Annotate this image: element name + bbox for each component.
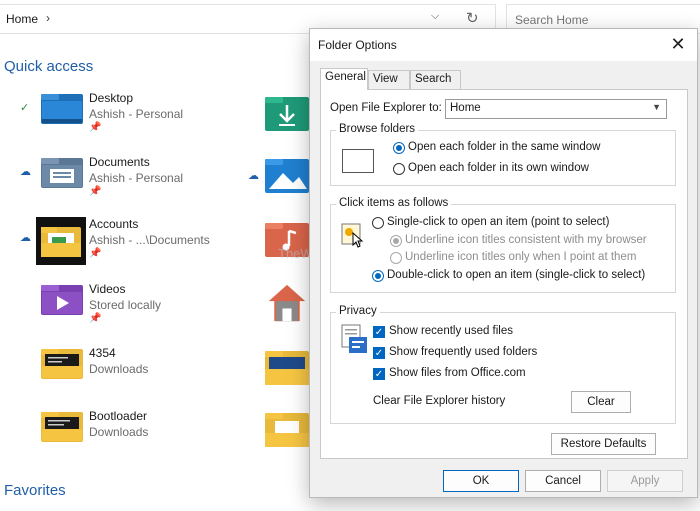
item-location: Stored locally <box>89 298 162 312</box>
group-title: Privacy <box>336 305 380 317</box>
item-location: Ashish - Personal <box>89 171 184 185</box>
group-title: Click items as follows <box>336 197 452 209</box>
clear-history-label: Clear File Explorer history <box>373 395 506 407</box>
quick-access-item-accounts[interactable]: ☁ Accounts Ashish - ...\Documents 📌 <box>20 217 250 273</box>
underline-point-label[interactable]: Underline icon titles only when I point … <box>405 251 636 263</box>
quick-access-item-videos[interactable]: Videos Stored locally 📌 <box>20 282 250 338</box>
browse-preview-icon <box>342 149 374 173</box>
pin-icon: 📌 <box>89 186 102 197</box>
privacy-icon <box>341 324 367 353</box>
quick-access-item-documents[interactable]: ☁ Documents Ashish - Personal 📌 <box>20 155 250 211</box>
pin-icon: 📌 <box>89 248 102 259</box>
open-to-dropdown[interactable]: Home ▼ <box>445 99 667 119</box>
cloud-icon: ☁ <box>20 232 31 244</box>
click-items-group: Click items as follows Single-click to o… <box>330 197 676 293</box>
item-location: Downloads <box>89 362 149 376</box>
own-window-label[interactable]: Open each folder in its own window <box>408 162 589 174</box>
frequent-folders-label[interactable]: Show frequently used folders <box>389 346 537 358</box>
group-title: Browse folders <box>336 123 419 135</box>
quick-access-header[interactable]: Quick access <box>4 58 93 75</box>
cloud-icon: ☁ <box>248 170 259 182</box>
folder-icon <box>41 349 83 379</box>
checkbox-recent-files[interactable]: ✓ <box>373 326 385 338</box>
cloud-icon: ☁ <box>20 166 31 178</box>
breadcrumb-chevron-icon[interactable]: › <box>46 11 50 25</box>
folder-options-dialog: Folder Options ✕ General View Search Ope… <box>309 28 698 498</box>
item-name: Desktop <box>89 91 134 105</box>
refresh-icon[interactable]: ↻ <box>466 9 479 27</box>
search-placeholder[interactable]: Search Home <box>515 13 588 27</box>
folder-icon[interactable] <box>265 347 309 387</box>
item-location: Ashish - ...\Documents <box>89 233 210 247</box>
click-preview-icon <box>341 223 364 248</box>
privacy-group: Privacy ✓ Show recently used files ✓ Sho… <box>330 305 676 424</box>
open-to-label: Open File Explorer to: <box>330 102 442 114</box>
videos-folder-icon <box>41 285 83 315</box>
close-icon[interactable]: ✕ <box>665 33 691 57</box>
radio-underline-point[interactable] <box>390 252 402 264</box>
synced-check-icon: ✓ <box>20 102 30 114</box>
downloads-folder-icon[interactable] <box>265 93 309 133</box>
tab-general[interactable]: General <box>320 68 368 90</box>
accounts-folder-icon <box>36 217 86 265</box>
item-name: Accounts <box>89 217 139 231</box>
same-window-label[interactable]: Open each folder in the same window <box>408 141 600 153</box>
desktop-folder-icon <box>41 94 83 124</box>
dialog-titlebar[interactable]: Folder Options ✕ <box>310 29 697 61</box>
checkbox-office-files[interactable]: ✓ <box>373 368 385 380</box>
item-name: Bootloader <box>89 409 148 423</box>
radio-own-window[interactable] <box>393 163 405 175</box>
item-location: Ashish - Personal <box>89 107 184 121</box>
item-name: Videos <box>89 282 126 296</box>
double-click-label[interactable]: Double-click to open an item (single-cli… <box>387 269 645 281</box>
item-name: 4354 <box>89 346 116 360</box>
pin-icon: 📌 <box>89 122 102 133</box>
recent-files-label[interactable]: Show recently used files <box>389 325 513 337</box>
clear-button[interactable]: Clear <box>571 391 631 413</box>
item-name: Documents <box>89 155 150 169</box>
pictures-folder-icon[interactable] <box>265 155 309 195</box>
general-tab-panel: Open File Explorer to: Home ▼ Browse fol… <box>320 89 688 459</box>
quick-access-item-4354[interactable]: 4354 Downloads <box>20 346 250 402</box>
dialog-title: Folder Options <box>318 38 397 52</box>
tab-view[interactable]: View <box>368 70 410 89</box>
radio-same-window[interactable] <box>393 142 405 154</box>
home-icon[interactable] <box>265 283 309 323</box>
quick-access-item-desktop[interactable]: ✓ Desktop Ashish - Personal 📌 <box>20 91 250 147</box>
favorites-header[interactable]: Favorites <box>4 482 66 499</box>
breadcrumb-home[interactable]: Home <box>6 12 38 26</box>
chevron-down-icon: ▼ <box>652 102 661 112</box>
cancel-button[interactable]: Cancel <box>525 470 601 492</box>
folder-icon <box>41 412 83 442</box>
underline-consistent-label[interactable]: Underline icon titles consistent with my… <box>405 234 647 246</box>
office-files-label[interactable]: Show files from Office.com <box>389 367 526 379</box>
radio-underline-consistent[interactable] <box>390 235 402 247</box>
quick-access-item-bootloader[interactable]: Bootloader Downloads <box>20 409 250 465</box>
apply-button[interactable]: Apply <box>607 470 683 492</box>
folder-icon[interactable] <box>265 409 309 449</box>
radio-double-click[interactable] <box>372 270 384 282</box>
checkbox-frequent-folders[interactable]: ✓ <box>373 347 385 359</box>
ok-button[interactable]: OK <box>443 470 519 492</box>
pin-icon: 📌 <box>89 313 102 324</box>
tab-search[interactable]: Search <box>410 70 461 89</box>
single-click-label[interactable]: Single-click to open an item (point to s… <box>387 216 609 228</box>
address-dropdown-icon[interactable]: ⌵ <box>431 10 439 23</box>
open-to-value: Home <box>450 102 481 114</box>
documents-folder-icon <box>41 158 83 188</box>
radio-single-click[interactable] <box>372 217 384 229</box>
item-location: Downloads <box>89 425 149 439</box>
browse-folders-group: Browse folders Open each folder in the s… <box>330 123 676 186</box>
restore-defaults-button[interactable]: Restore Defaults <box>551 433 656 455</box>
